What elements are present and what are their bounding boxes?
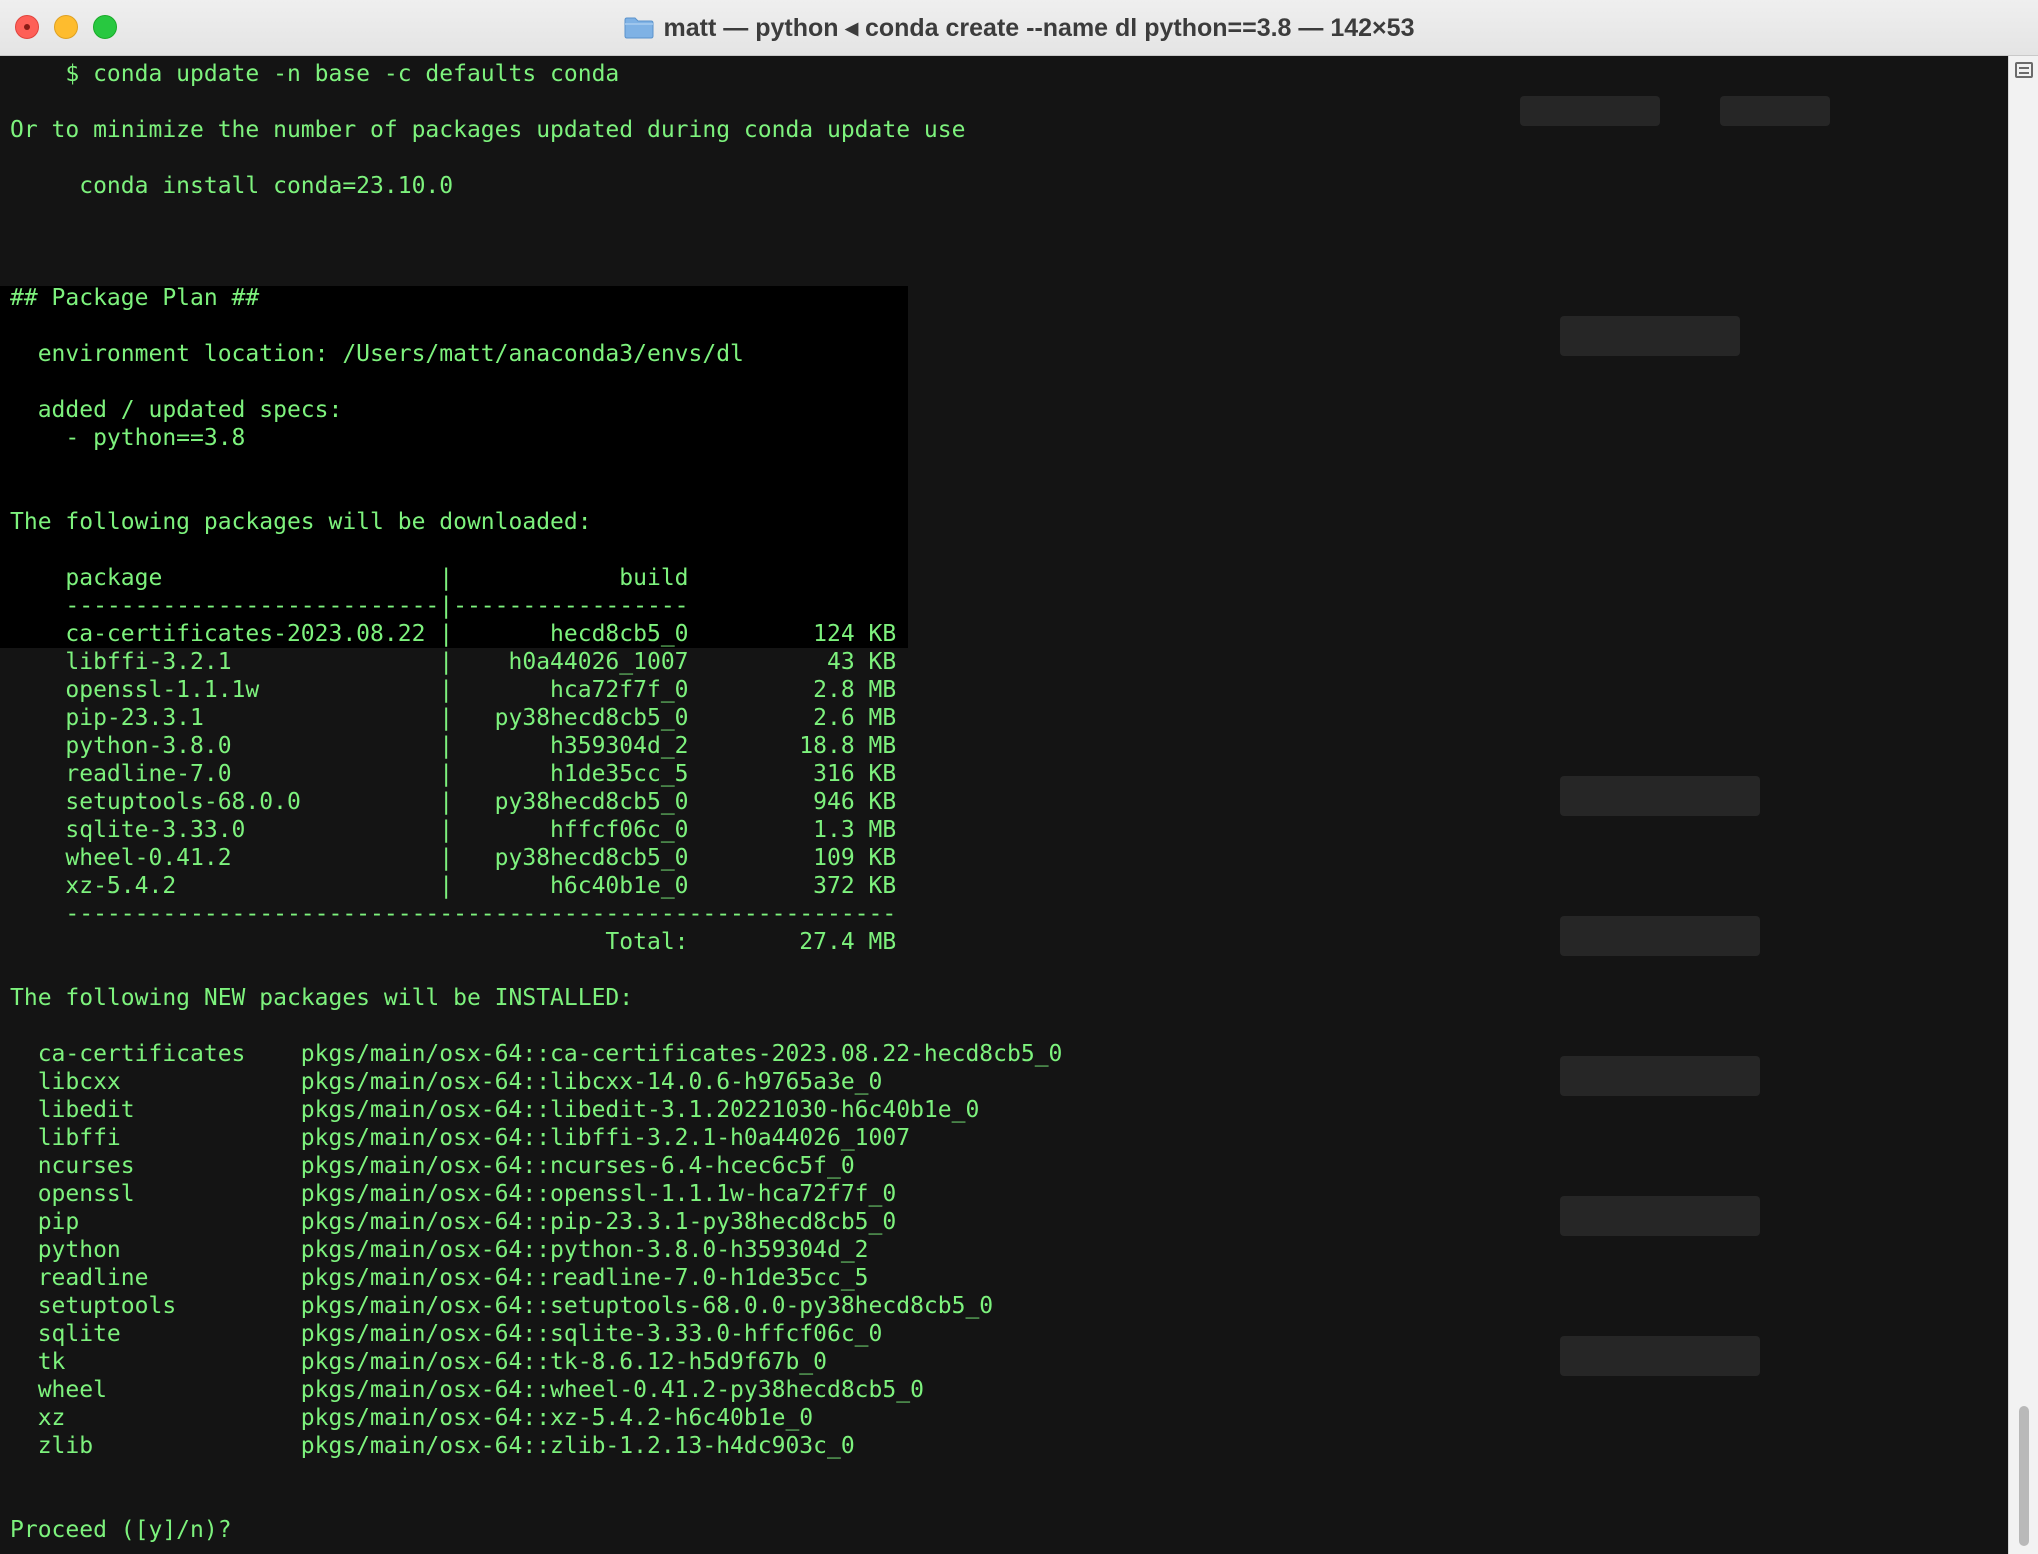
terminal-line: The following packages will be downloade… bbox=[10, 509, 592, 535]
terminal-output: $ conda update -n base -c defaults conda… bbox=[10, 60, 1062, 1544]
terminal-line: xz-5.4.2 | h6c40b1e_0 372 KB bbox=[10, 873, 897, 899]
terminal-line: setuptools-68.0.0 | py38hecd8cb5_0 946 K… bbox=[10, 789, 897, 815]
terminal-line: Total: 27.4 MB bbox=[10, 929, 897, 955]
scrollbar[interactable] bbox=[2008, 56, 2038, 1554]
terminal-line: ca-certificates-2023.08.22 | hecd8cb5_0 … bbox=[10, 621, 897, 647]
terminal-line: pip pkgs/main/osx-64::pip-23.3.1-py38hec… bbox=[10, 1209, 897, 1235]
terminal-line: ## Package Plan ## bbox=[10, 285, 260, 311]
terminal-line: package | build bbox=[10, 565, 689, 591]
terminal-line: libcxx pkgs/main/osx-64::libcxx-14.0.6-h… bbox=[10, 1069, 883, 1095]
terminal-line: openssl pkgs/main/osx-64::openssl-1.1.1w… bbox=[10, 1181, 897, 1207]
terminal-line: added / updated specs: bbox=[10, 397, 343, 423]
terminal-line: Proceed ([y]/n)? bbox=[10, 1517, 232, 1543]
background-window-ghost bbox=[1560, 1196, 1760, 1236]
terminal-line: tk pkgs/main/osx-64::tk-8.6.12-h5d9f67b_… bbox=[10, 1349, 827, 1375]
terminal-line: The following NEW packages will be INSTA… bbox=[10, 985, 634, 1011]
terminal-line: ---------------------------|------------… bbox=[10, 593, 689, 619]
terminal-line: readline pkgs/main/osx-64::readline-7.0-… bbox=[10, 1265, 869, 1291]
terminal-line: xz pkgs/main/osx-64::xz-5.4.2-h6c40b1e_0 bbox=[10, 1405, 814, 1431]
terminal-line: setuptools pkgs/main/osx-64::setuptools-… bbox=[10, 1293, 994, 1319]
background-window-ghost bbox=[1560, 1336, 1760, 1376]
terminal-line: zlib pkgs/main/osx-64::zlib-1.2.13-h4dc9… bbox=[10, 1433, 855, 1459]
terminal-line: python-3.8.0 | h359304d_2 18.8 MB bbox=[10, 733, 897, 759]
folder-icon bbox=[624, 17, 654, 39]
terminal-line: libffi-3.2.1 | h0a44026_1007 43 KB bbox=[10, 649, 897, 675]
terminal-line: pip-23.3.1 | py38hecd8cb5_0 2.6 MB bbox=[10, 705, 897, 731]
terminal-window: matt — python ◂ conda create --name dl p… bbox=[0, 0, 2038, 1554]
terminal-line: ----------------------------------------… bbox=[10, 901, 897, 927]
background-window-ghost bbox=[1720, 96, 1830, 126]
terminal-line: $ conda update -n base -c defaults conda bbox=[10, 61, 620, 87]
terminal-line: wheel-0.41.2 | py38hecd8cb5_0 109 KB bbox=[10, 845, 897, 871]
terminal-line: openssl-1.1.1w | hca72f7f_0 2.8 MB bbox=[10, 677, 897, 703]
terminal-line: libffi pkgs/main/osx-64::libffi-3.2.1-h0… bbox=[10, 1125, 911, 1151]
terminal-line: sqlite-3.33.0 | hffcf06c_0 1.3 MB bbox=[10, 817, 897, 843]
window-title: matt — python ◂ conda create --name dl p… bbox=[663, 14, 1415, 42]
background-window-ghost bbox=[1560, 776, 1760, 816]
minimize-icon[interactable] bbox=[54, 15, 78, 39]
marks-icon[interactable] bbox=[2015, 62, 2033, 78]
background-window-ghost bbox=[1560, 316, 1740, 356]
background-window-ghost bbox=[1520, 96, 1660, 126]
window-title-area: matt — python ◂ conda create --name dl p… bbox=[0, 0, 2038, 56]
close-icon[interactable] bbox=[15, 15, 39, 39]
terminal-line: sqlite pkgs/main/osx-64::sqlite-3.33.0-h… bbox=[10, 1321, 883, 1347]
terminal-line: python pkgs/main/osx-64::python-3.8.0-h3… bbox=[10, 1237, 869, 1263]
terminal-line: wheel pkgs/main/osx-64::wheel-0.41.2-py3… bbox=[10, 1377, 924, 1403]
background-window-ghost bbox=[1560, 916, 1760, 956]
terminal-line: readline-7.0 | h1de35cc_5 316 KB bbox=[10, 761, 897, 787]
terminal-line: libedit pkgs/main/osx-64::libedit-3.1.20… bbox=[10, 1097, 980, 1123]
background-window-ghost bbox=[1560, 1056, 1760, 1096]
terminal-line: environment location: /Users/matt/anacon… bbox=[10, 341, 744, 367]
terminal-line: ca-certificates pkgs/main/osx-64::ca-cer… bbox=[10, 1041, 1063, 1067]
terminal-line: ncurses pkgs/main/osx-64::ncurses-6.4-hc… bbox=[10, 1153, 855, 1179]
terminal-line: conda install conda=23.10.0 bbox=[10, 173, 454, 199]
scroll-thumb[interactable] bbox=[2019, 1406, 2029, 1546]
terminal-line: Or to minimize the number of packages up… bbox=[10, 117, 966, 143]
title-bar[interactable]: matt — python ◂ conda create --name dl p… bbox=[0, 0, 2038, 56]
terminal-line: - python==3.8 bbox=[10, 425, 246, 451]
terminal-content[interactable]: $ conda update -n base -c defaults conda… bbox=[0, 56, 2008, 1554]
zoom-icon[interactable] bbox=[93, 15, 117, 39]
